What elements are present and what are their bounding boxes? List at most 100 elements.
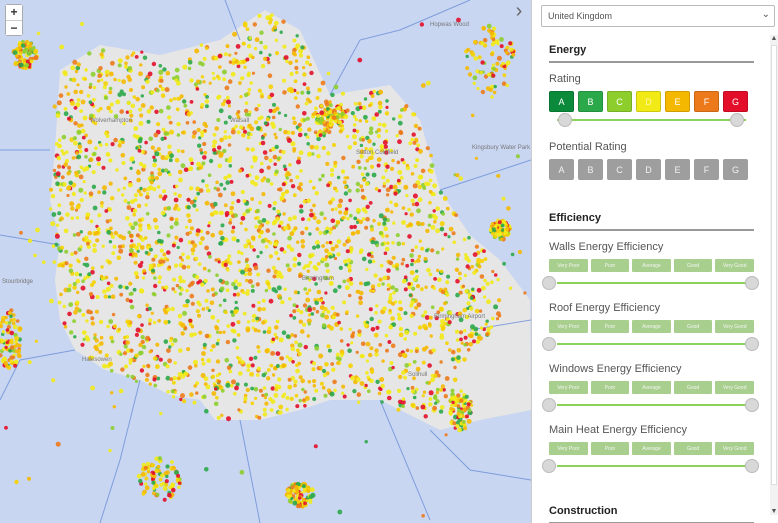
property-dot[interactable] [274, 135, 278, 140]
property-dot[interactable] [1, 330, 6, 334]
property-dot[interactable] [134, 379, 139, 383]
slider-max-handle[interactable] [745, 337, 759, 351]
property-dot[interactable] [55, 171, 61, 177]
property-dot[interactable] [213, 401, 219, 407]
property-dot[interactable] [439, 221, 445, 227]
property-dot[interactable] [95, 295, 100, 299]
property-dot[interactable] [99, 335, 104, 340]
property-dot[interactable] [67, 165, 72, 170]
property-dot[interactable] [315, 227, 320, 231]
property-dot[interactable] [410, 402, 416, 408]
property-dot[interactable] [455, 424, 460, 429]
property-dot[interactable] [421, 360, 426, 365]
property-dot[interactable] [485, 332, 490, 337]
property-dot[interactable] [224, 310, 228, 315]
property-dot[interactable] [245, 263, 250, 268]
property-dot[interactable] [433, 395, 438, 400]
property-dot[interactable] [300, 239, 306, 244]
property-dot[interactable] [330, 246, 336, 252]
property-dot[interactable] [119, 352, 123, 356]
property-dot[interactable] [67, 311, 72, 317]
property-dot[interactable] [108, 90, 113, 95]
property-dot[interactable] [439, 360, 443, 364]
property-dot[interactable] [89, 219, 94, 224]
property-dot[interactable] [106, 229, 112, 235]
property-dot[interactable] [267, 73, 273, 78]
efficiency-level-button[interactable]: Average [632, 259, 671, 272]
property-dot[interactable] [188, 318, 193, 323]
property-dot[interactable] [421, 313, 426, 318]
property-dot[interactable] [361, 137, 366, 142]
property-dot[interactable] [84, 155, 88, 159]
property-dot[interactable] [359, 248, 364, 253]
slider-min-handle[interactable] [542, 398, 556, 412]
property-dot[interactable] [127, 201, 131, 205]
property-dot[interactable] [314, 145, 319, 150]
property-dot[interactable] [298, 375, 303, 380]
property-dot[interactable] [298, 127, 303, 132]
property-dot[interactable] [174, 78, 178, 83]
property-dot[interactable] [138, 223, 143, 228]
property-dot[interactable] [27, 360, 32, 365]
property-dot[interactable] [125, 110, 130, 114]
property-dot[interactable] [426, 182, 431, 187]
property-dot[interactable] [464, 289, 469, 294]
property-dot[interactable] [78, 187, 84, 193]
property-dot[interactable] [393, 191, 398, 196]
property-dot[interactable] [49, 187, 54, 192]
property-dot[interactable] [466, 348, 471, 352]
property-dot[interactable] [189, 78, 194, 83]
property-dot[interactable] [186, 205, 191, 210]
property-dot[interactable] [247, 113, 252, 117]
property-dot[interactable] [215, 359, 221, 364]
property-dot[interactable] [56, 155, 62, 161]
property-dot[interactable] [360, 195, 366, 200]
property-dot[interactable] [289, 71, 294, 77]
property-dot[interactable] [455, 257, 460, 261]
property-dot[interactable] [325, 241, 329, 245]
property-dot[interactable] [162, 497, 167, 502]
property-dot[interactable] [297, 351, 302, 357]
property-dot[interactable] [223, 120, 228, 125]
property-dot[interactable] [129, 299, 133, 303]
property-dot[interactable] [216, 319, 220, 323]
property-dot[interactable] [300, 230, 305, 236]
property-dot[interactable] [218, 65, 222, 69]
property-dot[interactable] [280, 300, 285, 305]
property-dot[interactable] [392, 184, 398, 190]
property-dot[interactable] [382, 221, 387, 225]
property-dot[interactable] [377, 319, 382, 324]
property-dot[interactable] [247, 271, 253, 277]
property-dot[interactable] [385, 99, 389, 103]
property-dot[interactable] [92, 151, 97, 157]
efficiency-level-button[interactable]: Very Poor [549, 320, 588, 333]
property-dot[interactable] [427, 322, 432, 326]
property-dot[interactable] [365, 159, 370, 163]
property-dot[interactable] [377, 100, 383, 106]
property-dot[interactable] [166, 105, 171, 110]
property-dot[interactable] [270, 121, 275, 127]
property-dot[interactable] [312, 245, 317, 250]
property-dot[interactable] [177, 313, 183, 319]
property-dot[interactable] [452, 421, 457, 426]
property-dot[interactable] [218, 303, 222, 307]
property-dot[interactable] [342, 279, 347, 284]
property-dot[interactable] [202, 394, 207, 399]
property-dot[interactable] [125, 55, 130, 60]
property-dot[interactable] [368, 103, 372, 108]
property-dot[interactable] [380, 383, 385, 389]
property-dot[interactable] [42, 260, 46, 265]
property-dot[interactable] [480, 41, 485, 46]
property-dot[interactable] [326, 183, 330, 188]
property-dot[interactable] [226, 268, 230, 272]
property-dot[interactable] [409, 313, 414, 319]
property-dot[interactable] [13, 61, 18, 66]
property-dot[interactable] [173, 192, 177, 196]
property-dot[interactable] [435, 387, 440, 392]
property-dot[interactable] [317, 119, 321, 123]
property-dot[interactable] [467, 235, 471, 240]
property-dot[interactable] [192, 130, 198, 136]
property-dot[interactable] [387, 340, 392, 344]
property-dot[interactable] [125, 340, 130, 345]
property-dot[interactable] [140, 323, 144, 327]
